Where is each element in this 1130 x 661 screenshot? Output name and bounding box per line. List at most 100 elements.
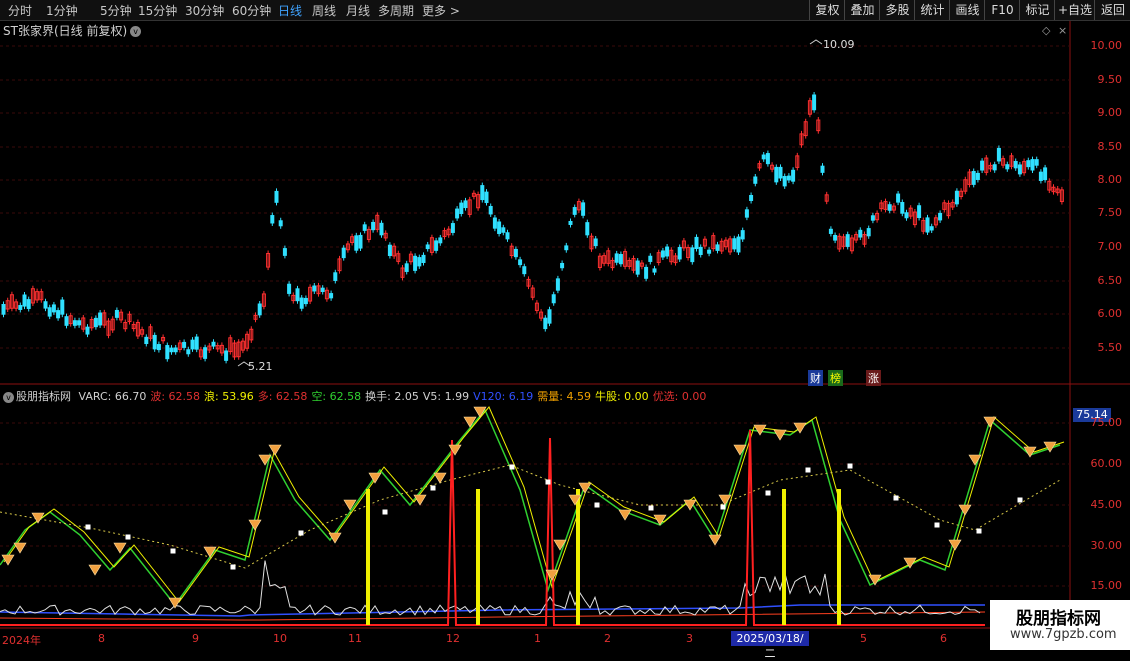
candle-body — [513, 248, 518, 258]
candle-body — [387, 244, 392, 257]
x-axis-label: 6 — [940, 632, 947, 645]
price-tick: 5.50 — [1097, 341, 1123, 354]
candle-body — [778, 166, 783, 179]
signal-marker — [958, 504, 972, 516]
candle-body — [333, 272, 338, 281]
candle-body — [257, 303, 262, 316]
candle-body — [329, 293, 334, 299]
chevron-down-icon[interactable]: v — [3, 391, 14, 403]
candle-body — [980, 160, 985, 171]
candle-body — [581, 202, 586, 216]
price-tick: 8.50 — [1097, 140, 1123, 153]
diamond-icon[interactable]: ◇ — [1042, 24, 1050, 37]
candle-body — [560, 262, 565, 269]
candle-body — [1013, 160, 1018, 169]
candle-body — [694, 236, 699, 249]
rank-tag[interactable]: 榜 — [828, 370, 843, 386]
signal-marker — [983, 416, 997, 428]
candle-body — [425, 244, 430, 250]
candle-body — [438, 237, 443, 244]
candle-body — [543, 317, 548, 330]
candle-body — [169, 347, 174, 353]
indicator-tick: 45.00 — [1090, 498, 1123, 511]
pivot-dot — [720, 504, 726, 510]
candle-body — [858, 229, 863, 238]
candle-body — [371, 221, 376, 231]
finance-tag[interactable]: 财 — [808, 370, 823, 386]
candle-body — [463, 200, 468, 209]
candle-body — [1017, 164, 1022, 175]
candle-body — [791, 169, 796, 182]
candle-body — [282, 248, 287, 256]
x-axis-label: 11 — [348, 632, 362, 645]
candle-body — [450, 223, 455, 233]
candle-body — [299, 297, 304, 309]
candle-body — [971, 170, 976, 185]
candle-body — [698, 246, 703, 256]
candle-body — [224, 350, 229, 361]
x-axis-label: 9 — [192, 632, 199, 645]
candle-body — [866, 228, 871, 237]
candle-body — [165, 345, 170, 360]
candle-body — [211, 341, 216, 347]
candle-body — [51, 304, 56, 313]
candle-body — [484, 191, 489, 204]
candle-body — [77, 320, 82, 326]
candle-body — [992, 164, 997, 171]
pivot-dot — [847, 463, 853, 469]
indicator-item: 优选: 0.00 — [652, 390, 707, 403]
candle-body — [274, 190, 279, 203]
candle-body — [459, 202, 464, 215]
candle-body — [152, 334, 157, 350]
rise-tag[interactable]: 涨 — [866, 370, 881, 386]
candle-body — [555, 278, 560, 291]
candle-body — [60, 299, 65, 315]
candle-body — [480, 185, 485, 201]
pivot-dot — [430, 485, 436, 491]
candle-body — [761, 154, 766, 160]
candle-body — [644, 266, 649, 279]
pivot-dot — [230, 564, 236, 570]
x-axis-label: 10 — [273, 632, 287, 645]
candle-body — [975, 172, 980, 180]
candle-body — [501, 227, 506, 233]
candle-body — [190, 339, 195, 350]
candle-body — [753, 176, 758, 184]
indicator-item: 浪: 53.96 — [204, 390, 254, 403]
pivot-dot — [509, 464, 515, 470]
indicator-series — [0, 406, 1065, 626]
candle-body — [593, 238, 598, 247]
indicator-item: VARC: 66.70 — [78, 390, 147, 403]
candle-body — [660, 250, 665, 258]
indicator-header: v 股朋指标网 VARC: 66.70 波: 62.58 浪: 53.96 多: 62.… — [3, 388, 714, 404]
candle-body — [665, 246, 670, 257]
x-axis-label: 2024年 — [2, 634, 41, 647]
x-axis-label: 12 — [446, 632, 460, 645]
close-icon[interactable]: × — [1058, 24, 1067, 37]
candle-body — [287, 283, 292, 294]
candle-body — [354, 235, 359, 251]
candle-body — [648, 255, 653, 262]
pivot-dot — [545, 479, 551, 485]
signal-marker — [368, 472, 382, 484]
candle-body — [173, 347, 178, 353]
candle-body — [740, 230, 745, 240]
candle-body — [744, 209, 749, 218]
signal-marker — [248, 519, 262, 531]
candle-body — [652, 268, 657, 273]
candle-body — [585, 222, 590, 236]
candle-body — [379, 222, 384, 236]
pivot-dot — [382, 509, 388, 515]
candle-body — [421, 254, 426, 264]
chart-canvas — [0, 21, 1130, 629]
candle-body — [303, 297, 308, 305]
candle-body — [182, 341, 187, 348]
indicator-tick: 30.00 — [1090, 539, 1123, 552]
signal-marker — [113, 542, 127, 554]
indicator-bar-niugu — [576, 489, 580, 625]
candle-body — [18, 305, 23, 310]
pivot-dot — [298, 530, 304, 536]
candle-body — [614, 253, 619, 263]
indicator-bar-niugu — [366, 489, 370, 625]
candle-body — [828, 228, 833, 234]
